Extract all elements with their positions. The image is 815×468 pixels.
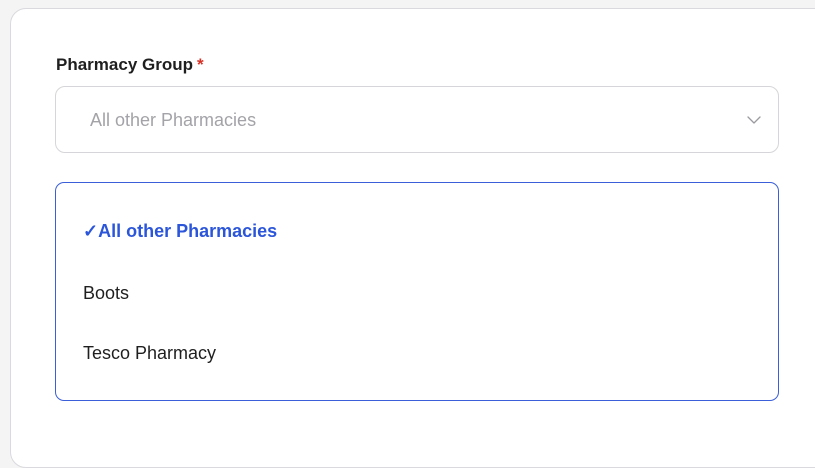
required-marker: * — [197, 55, 204, 74]
select-current-value: All other Pharmacies — [90, 110, 257, 130]
checkmark-icon: ✓ — [83, 221, 99, 241]
pharmacy-group-label: Pharmacy Group * — [56, 55, 204, 75]
option-label: Tesco Pharmacy — [83, 343, 217, 363]
option-tesco-pharmacy[interactable]: Tesco Pharmacy — [83, 342, 216, 364]
pharmacy-group-select[interactable]: All other Pharmacies — [55, 86, 779, 153]
option-label: Boots — [83, 283, 130, 303]
option-label: All other Pharmacies — [98, 221, 278, 241]
option-boots[interactable]: Boots — [83, 282, 129, 304]
option-all-other-pharmacies[interactable]: ✓All other Pharmacies — [83, 220, 277, 242]
dropdown-menu: ✓All other Pharmacies Boots Tesco Pharma… — [55, 182, 779, 401]
field-label-text: Pharmacy Group — [56, 55, 193, 74]
chevron-down-icon — [747, 116, 761, 124]
